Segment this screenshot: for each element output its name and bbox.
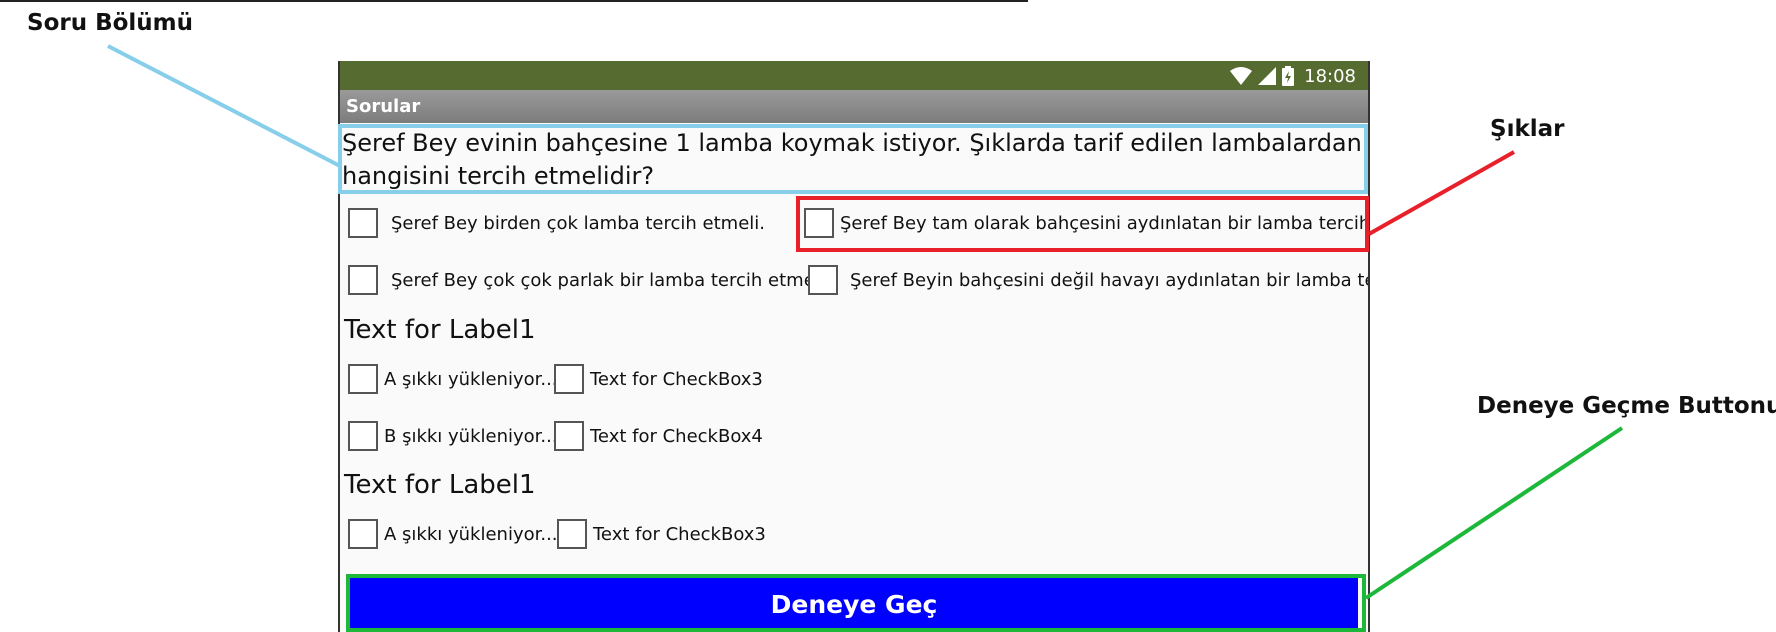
question-pointer-line xyxy=(107,44,341,168)
annotation-pointers xyxy=(107,44,1624,600)
go-button-pointer-line xyxy=(1364,426,1624,600)
options-pointer-line xyxy=(1368,150,1515,236)
